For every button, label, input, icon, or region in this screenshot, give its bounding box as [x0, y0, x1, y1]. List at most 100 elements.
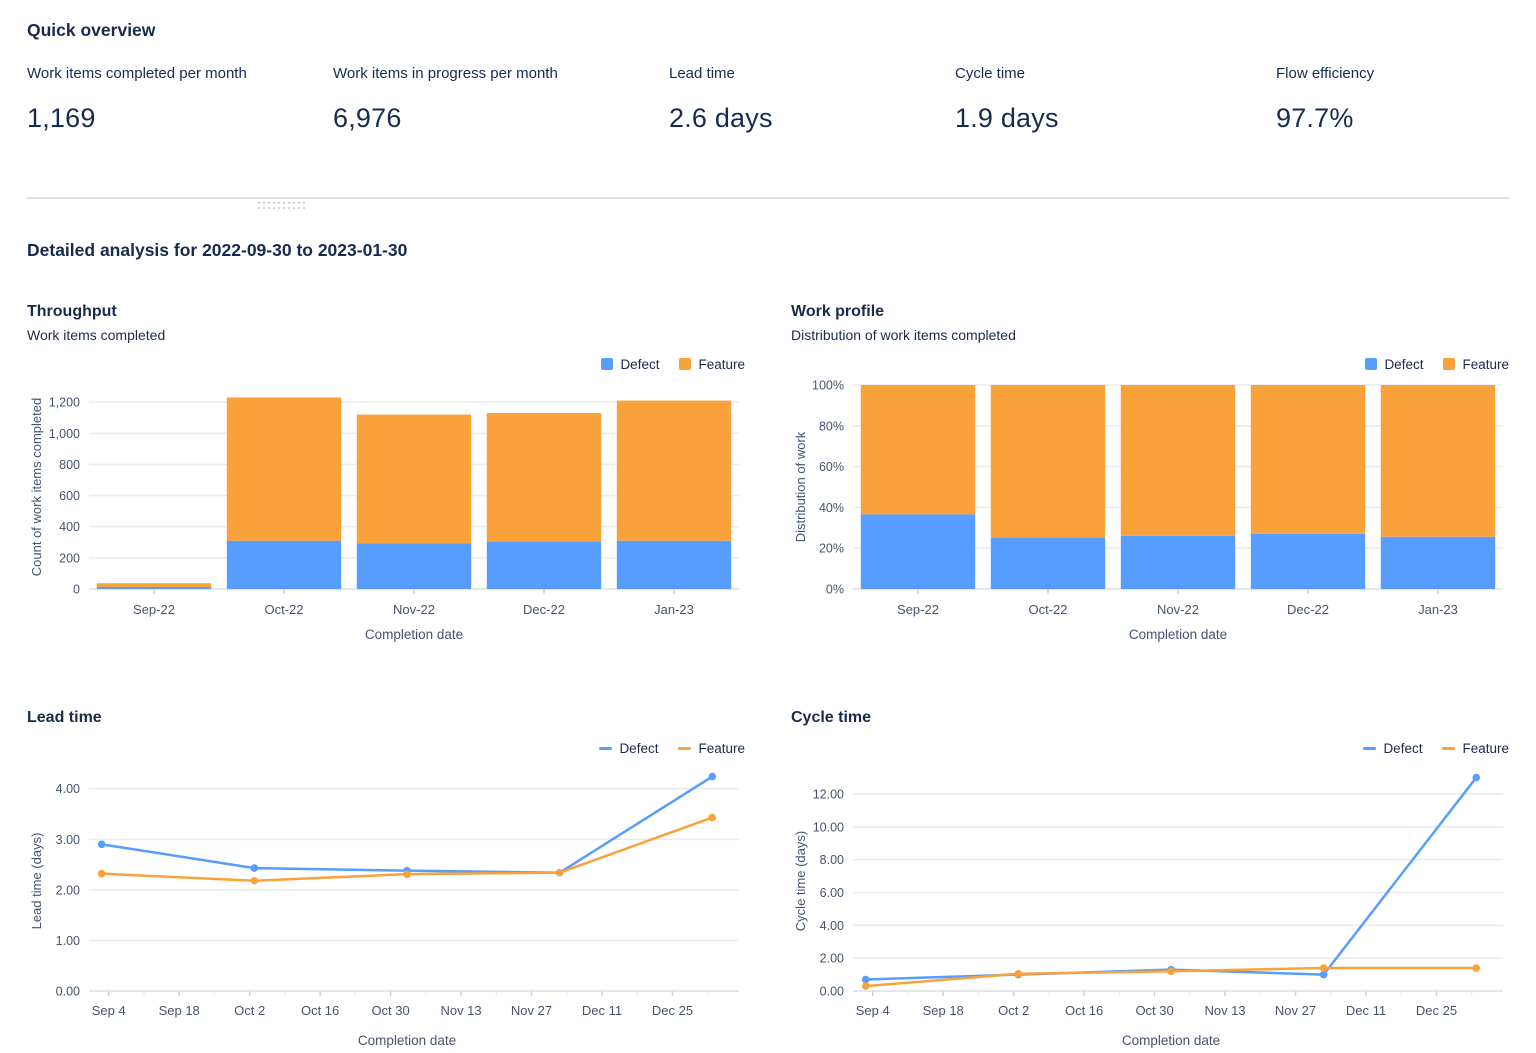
y-axis-tick-label: 20%	[819, 542, 844, 556]
resize-drag-handle-icon[interactable]	[258, 202, 305, 209]
feature-line-swatch-icon	[678, 747, 691, 750]
bar-segment-defect	[617, 541, 731, 589]
legend-item-feature[interactable]: Feature	[679, 357, 745, 372]
bar-segment-defect	[1121, 536, 1235, 589]
y-axis-title: Cycle time (days)	[793, 831, 808, 931]
x-axis-tick-label: Oct 16	[301, 1003, 339, 1018]
x-axis-tick-label: Nov 13	[1204, 1003, 1245, 1018]
y-axis-tick-label: 0.00	[820, 985, 844, 999]
x-axis-tick-label: Nov 13	[440, 1003, 481, 1018]
line-series-defect	[102, 777, 713, 873]
throughput-chart-card: Throughput Work items completed Defect F…	[27, 303, 745, 647]
data-point-feature	[403, 870, 411, 878]
metric-value: 2.6 days	[669, 103, 773, 134]
metric-label: Cycle time	[955, 65, 1059, 82]
legend-item-defect[interactable]: Defect	[599, 741, 658, 756]
legend-label: Feature	[698, 741, 745, 756]
chart-subtitle: Distribution of work items completed	[791, 327, 1509, 343]
work-profile-stacked-bar-chart: 0%20%40%60%80%100%Sep-22Oct-22Nov-22Dec-…	[791, 377, 1503, 647]
x-axis-tick-label: Nov 27	[1275, 1003, 1316, 1018]
bar-segment-defect	[861, 514, 975, 589]
y-axis-tick-label: 1.00	[56, 934, 80, 948]
y-axis-tick-label: 2.00	[820, 952, 844, 966]
bar-segment-feature	[1381, 385, 1495, 537]
bar-segment-feature	[617, 401, 731, 541]
bar-segment-feature	[991, 385, 1105, 538]
bar-segment-feature	[861, 385, 975, 514]
bar-segment-defect	[991, 538, 1105, 589]
x-axis-tick-label: Sep 18	[159, 1003, 200, 1018]
legend-item-defect[interactable]: Defect	[1365, 357, 1423, 372]
bar-segment-feature	[487, 413, 601, 541]
bar-segment-defect	[487, 541, 601, 589]
data-point-defect	[1320, 971, 1328, 979]
x-axis-tick-label: Oct 2	[234, 1003, 265, 1018]
y-axis-tick-label: 1,000	[49, 427, 80, 441]
metric-work-items-in-progress: Work items in progress per month 6,976	[333, 65, 558, 134]
x-axis-tick-label: Sep 18	[923, 1003, 964, 1018]
data-point-feature	[708, 814, 716, 822]
quick-overview-title: Quick overview	[27, 20, 1509, 41]
legend-label: Defect	[1384, 357, 1423, 372]
x-axis-tick-label: Oct 30	[371, 1003, 409, 1018]
y-axis-tick-label: 60%	[819, 460, 844, 474]
bar-segment-defect	[227, 541, 341, 589]
chart-title: Throughput	[27, 303, 745, 321]
work-profile-chart-card: Work profile Distribution of work items …	[791, 303, 1509, 647]
x-axis-tick-label: Dec 25	[1416, 1003, 1457, 1018]
data-point-defect	[862, 976, 870, 984]
x-axis-tick-label: Dec 25	[652, 1003, 693, 1018]
defect-swatch-icon	[1365, 358, 1377, 370]
y-axis-tick-label: 3.00	[56, 833, 80, 847]
data-point-feature	[1472, 964, 1480, 972]
legend-item-feature[interactable]: Feature	[1443, 357, 1509, 372]
metric-label: Flow efficiency	[1276, 65, 1374, 82]
x-axis-title: Completion date	[365, 627, 463, 642]
legend-label: Defect	[619, 741, 658, 756]
y-axis-tick-label: 100%	[812, 379, 844, 393]
y-axis-tick-label: 200	[59, 551, 80, 565]
x-axis-tick-label: Sep-22	[133, 602, 175, 617]
metric-value: 1.9 days	[955, 103, 1059, 134]
data-point-feature	[1320, 964, 1328, 972]
metric-value: 1,169	[27, 103, 247, 134]
defect-line-swatch-icon	[1363, 747, 1376, 750]
x-axis-tick-label: Jan-23	[654, 602, 694, 617]
chart-subtitle: Work items completed	[27, 327, 745, 343]
y-axis-tick-label: 0	[73, 583, 80, 597]
data-point-defect	[98, 841, 106, 849]
metric-label: Work items completed per month	[27, 65, 247, 82]
lead-time-chart-card: Lead time Defect Feature 1.002.003.004.0…	[27, 709, 745, 1053]
y-axis-tick-label: 600	[59, 489, 80, 503]
y-axis-tick-label: 2.00	[56, 883, 80, 897]
data-point-defect	[251, 864, 259, 872]
y-axis-tick-label: 800	[59, 458, 80, 472]
throughput-stacked-bar-chart: 02004006008001,0001,200Sep-22Oct-22Nov-2…	[27, 377, 739, 647]
metric-cycle-time: Cycle time 1.9 days	[955, 65, 1059, 134]
dashboard-page: Quick overview Work items completed per …	[0, 0, 1536, 1053]
legend-item-feature[interactable]: Feature	[678, 741, 745, 756]
data-point-feature	[556, 869, 564, 877]
defect-swatch-icon	[601, 358, 613, 370]
metric-work-items-completed: Work items completed per month 1,169	[27, 65, 247, 134]
y-axis-tick-label: 6.00	[820, 886, 844, 900]
x-axis-tick-label: Nov-22	[1157, 602, 1199, 617]
feature-line-swatch-icon	[1442, 747, 1455, 750]
data-point-defect	[1472, 774, 1480, 782]
y-axis-tick-label: 1,200	[49, 396, 80, 410]
legend-item-defect[interactable]: Defect	[601, 357, 659, 372]
x-axis-tick-label: Oct-22	[1028, 602, 1067, 617]
y-axis-tick-label: 0.00	[56, 985, 80, 999]
y-axis-tick-label: 12.00	[813, 787, 844, 801]
y-axis-tick-label: 4.00	[820, 919, 844, 933]
chart-title: Cycle time	[791, 709, 1509, 727]
x-axis-title: Completion date	[1122, 1033, 1220, 1048]
bar-segment-feature	[357, 415, 471, 544]
legend-item-defect[interactable]: Defect	[1363, 741, 1422, 756]
feature-swatch-icon	[679, 358, 691, 370]
bar-segment-defect	[1251, 534, 1365, 589]
legend-item-feature[interactable]: Feature	[1442, 741, 1509, 756]
y-axis-tick-label: 0%	[826, 583, 844, 597]
quick-overview-metrics: Work items completed per month 1,169 Wor…	[27, 65, 1509, 181]
x-axis-title: Completion date	[1129, 627, 1227, 642]
